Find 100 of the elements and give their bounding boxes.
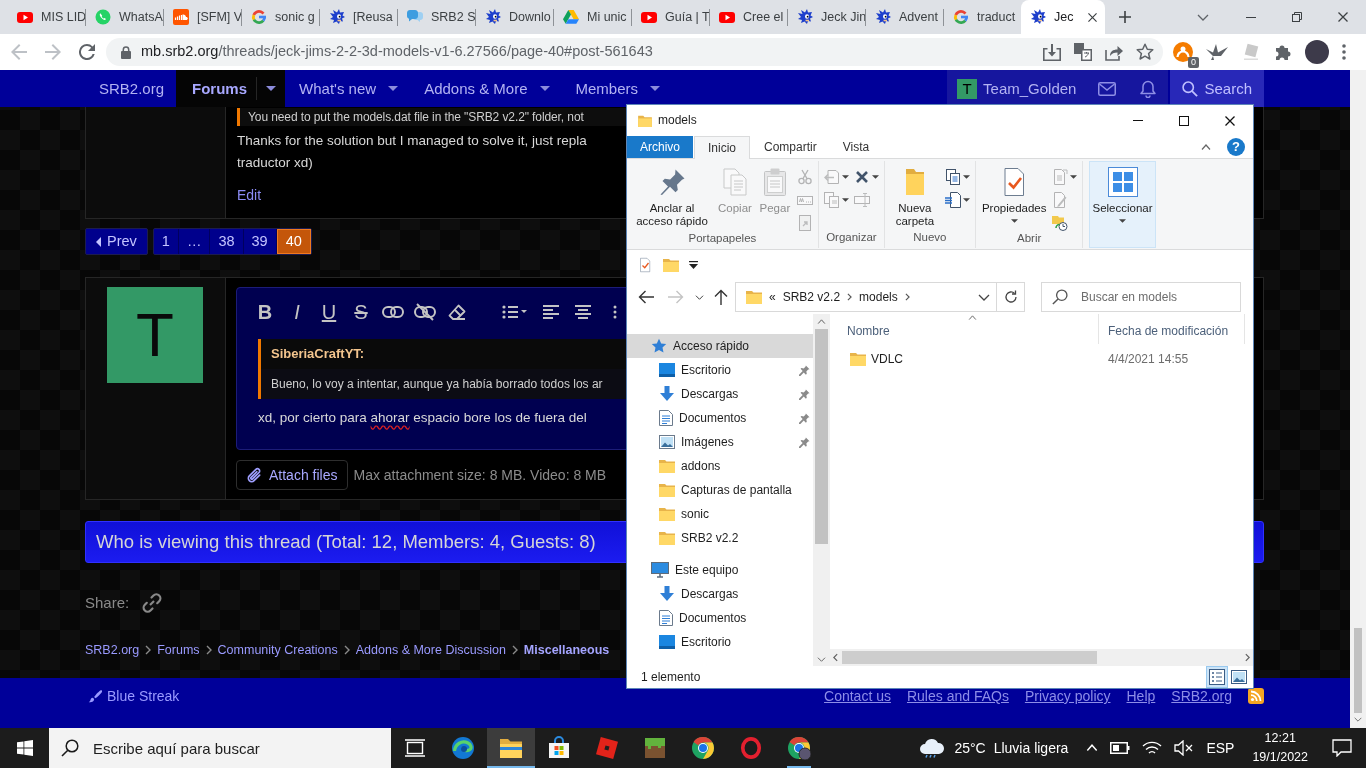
back-arrow-icon[interactable] (638, 290, 654, 304)
speaker-muted-icon[interactable] (1174, 740, 1195, 756)
align-center-icon[interactable] (575, 304, 591, 319)
page-button[interactable]: 39 (243, 229, 277, 254)
folder-clock-icon[interactable] (1052, 214, 1069, 231)
new-tab-icon[interactable] (1119, 11, 1131, 23)
chevron-icon[interactable] (904, 293, 910, 301)
chevron-down-icon[interactable] (694, 294, 704, 300)
chevron-icon[interactable] (847, 293, 853, 301)
browser-tab[interactable]: MIS LID (8, 0, 85, 34)
nav-item[interactable]: Escritorio (627, 358, 813, 382)
ribbon-button[interactable]: Anclar al acceso rápido (630, 161, 714, 232)
nav-item[interactable]: Capturas de pantalla (627, 478, 813, 502)
browser-tab[interactable]: Mi unic (554, 0, 631, 34)
browser-tab[interactable]: Guía | T (632, 0, 709, 34)
up-arrow-icon[interactable] (714, 289, 728, 305)
browser-tab[interactable]: SRB2 S (398, 0, 475, 34)
browser-tab[interactable]: WhatsA (86, 0, 163, 34)
attach-files-button[interactable]: Attach files (236, 460, 349, 490)
breadcrumb-link[interactable]: Forums (157, 642, 200, 658)
task-view-icon[interactable] (404, 739, 426, 757)
nav-tab[interactable]: Addons & More (410, 70, 562, 107)
account-link[interactable]: T Team_Golden (947, 70, 1087, 107)
browser-tab[interactable]: Jec (1021, 0, 1105, 34)
address-field[interactable]: « SRB2 v2.2 models (735, 282, 997, 312)
nav-item[interactable]: Documentos (627, 406, 813, 430)
browser-tab[interactable]: [Reusa (320, 0, 397, 34)
browser-tab[interactable]: Jeck Jin (788, 0, 865, 34)
nav-tab[interactable]: What's new (285, 70, 411, 107)
start-icon[interactable] (16, 740, 33, 756)
browser-tab[interactable]: Advent (866, 0, 943, 34)
envelope-icon[interactable] (1097, 81, 1116, 96)
ribbon-tab[interactable]: Vista (829, 136, 883, 158)
nav-item[interactable]: Escritorio (627, 630, 813, 654)
scrollbar-thumb[interactable] (842, 651, 1097, 664)
grass-block-icon[interactable] (643, 736, 667, 760)
file-row[interactable]: VDLC 4/4/2021 14:55 (837, 348, 1189, 370)
breadcrumb-link[interactable]: Miscellaneous (523, 642, 610, 658)
extensions-icon[interactable] (1274, 43, 1292, 61)
nav-item[interactable]: Acceso rápido (627, 334, 813, 358)
italic-button[interactable]: I (294, 299, 300, 324)
download-icon[interactable] (1043, 43, 1061, 61)
battery-icon[interactable] (1110, 742, 1131, 754)
scroll-left-icon[interactable] (833, 653, 838, 662)
column-header[interactable]: Fecha de modificación (1099, 314, 1245, 344)
round-browser-profile-icon[interactable] (787, 736, 811, 760)
profile-avatar[interactable] (1305, 40, 1329, 64)
help-button[interactable]: ? (1227, 138, 1245, 156)
page-button[interactable]: 38 (210, 229, 244, 254)
breadcrumb-link[interactable]: Addons & More Discussion (355, 642, 506, 658)
scrollbar-thumb[interactable] (815, 329, 828, 544)
weather-cloud-icon[interactable] (918, 738, 947, 758)
scroll-right-icon[interactable] (1245, 653, 1250, 662)
minimize-icon[interactable] (1246, 16, 1256, 18)
nav-item[interactable]: Documentos (627, 606, 813, 630)
file-menu-tab[interactable]: Archivo (627, 136, 693, 158)
scroll-down-icon[interactable] (1354, 717, 1362, 722)
footer-link[interactable]: Privacy policy (1024, 688, 1111, 705)
round-browser-icon[interactable] (691, 736, 715, 760)
footer-link[interactable]: Help (1126, 688, 1156, 705)
notification-icon[interactable] (1332, 739, 1352, 757)
page-button[interactable]: 1 (153, 229, 179, 254)
page-button[interactable]: … (178, 229, 211, 254)
rss-icon[interactable] (1248, 688, 1264, 705)
nav-tab[interactable]: SRB2.org (85, 70, 177, 107)
scrollbar-thumb[interactable] (1354, 628, 1362, 713)
underline-button[interactable]: U (321, 299, 337, 324)
maximize-icon[interactable] (1179, 115, 1189, 126)
close-icon[interactable] (1225, 115, 1235, 126)
ribbon-tab[interactable]: Compartir (751, 136, 830, 158)
link-icon[interactable] (141, 591, 164, 614)
page-scrollbar[interactable] (1350, 70, 1366, 728)
translate-icon[interactable] (1074, 43, 1092, 61)
bookmark-star-icon[interactable] (1136, 43, 1154, 61)
menu-icon[interactable] (1342, 44, 1346, 60)
paper-crane-icon[interactable] (1206, 44, 1228, 60)
close-icon[interactable] (1338, 12, 1348, 22)
breadcrumb-link[interactable]: Community Creations (217, 642, 338, 658)
footer-link[interactable]: SRB2.org (1171, 688, 1232, 705)
prev-button[interactable]: Prev (85, 228, 148, 255)
close-tab-icon[interactable] (1088, 12, 1097, 22)
browser-tab[interactable]: [SFM] V (164, 0, 241, 34)
browser-tab[interactable]: Downlo (476, 0, 553, 34)
stacked-documents-icon[interactable] (944, 168, 961, 185)
nav-tab[interactable]: Forums (176, 70, 286, 107)
delete-x-icon[interactable] (853, 168, 870, 185)
nav-item[interactable]: Imágenes (627, 430, 813, 454)
reload-icon[interactable] (79, 44, 95, 60)
down-triangle-icon[interactable] (689, 261, 698, 269)
scroll-down-icon[interactable] (817, 657, 826, 662)
language-indicator[interactable]: ESP (1206, 739, 1235, 757)
large-icons-view-icon[interactable] (1231, 670, 1247, 684)
nav-tab[interactable]: Members (561, 70, 673, 107)
document-lines-icon[interactable] (944, 191, 961, 208)
browser-tab[interactable]: traduct (944, 0, 1021, 34)
nav-item[interactable]: Descargas (627, 582, 813, 606)
chevron-down-icon[interactable] (978, 293, 990, 301)
ribbon-button[interactable]: Seleccionar (1089, 161, 1156, 248)
shopping-bag-icon[interactable] (547, 736, 571, 760)
search-field[interactable]: Escribe aquí para buscar (49, 728, 391, 768)
